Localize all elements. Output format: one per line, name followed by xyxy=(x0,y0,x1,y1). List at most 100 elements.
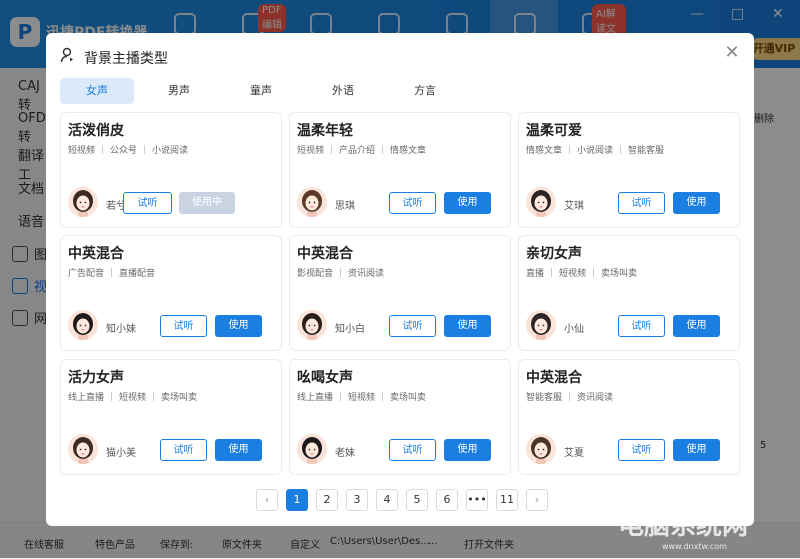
tag-separator xyxy=(102,145,104,154)
listen-button[interactable]: 试听 xyxy=(389,315,436,337)
use-button[interactable]: 使用 xyxy=(444,315,491,337)
voice-card-title: 温柔可爱 xyxy=(526,123,582,139)
voice-tag: 小说阅读 xyxy=(577,146,614,156)
listen-button[interactable]: 试听 xyxy=(618,439,665,461)
tag-separator xyxy=(551,268,553,277)
tag-separator xyxy=(593,268,595,277)
page-button[interactable]: 1 xyxy=(286,489,308,511)
voice-tag: 短视频 xyxy=(68,146,96,156)
voice-card-title: 中英混合 xyxy=(68,246,124,262)
voice-name: 思琪 xyxy=(335,201,355,212)
voice-tag: 影视配音 xyxy=(297,269,334,279)
use-button[interactable]: 使用 xyxy=(215,315,262,337)
listen-button[interactable]: 试听 xyxy=(389,192,436,214)
voice-tag: 情感文章 xyxy=(390,146,427,156)
tab-4[interactable]: 方言 xyxy=(388,78,462,104)
listen-button[interactable]: 试听 xyxy=(389,439,436,461)
tag-separator xyxy=(111,268,113,277)
voice-name: 猫小美 xyxy=(106,448,136,459)
tag-separator xyxy=(382,392,384,401)
tag-separator xyxy=(340,268,342,277)
voice-name: 艾琪 xyxy=(564,201,584,212)
page-button[interactable]: 4 xyxy=(376,489,398,511)
tag-separator xyxy=(569,392,571,401)
avatar xyxy=(297,434,327,464)
tab-2[interactable]: 童声 xyxy=(224,78,298,104)
voice-card: 活泼俏皮 短视频 公众号 小说阅读 若兮 试听 使用中 xyxy=(60,112,282,228)
voice-card-tags: 线上直播 短视频 卖场叫卖 xyxy=(68,390,197,403)
page-button[interactable]: 2 xyxy=(316,489,338,511)
page-button[interactable]: ••• xyxy=(466,489,488,511)
voice-card-title: 亲切女声 xyxy=(526,246,582,262)
voice-card-tags: 线上直播 短视频 卖场叫卖 xyxy=(297,390,426,403)
voice-tag: 产品介绍 xyxy=(339,146,376,156)
tag-separator xyxy=(144,145,146,154)
voice-card-title: 中英混合 xyxy=(526,370,582,386)
page-button[interactable]: 3 xyxy=(346,489,368,511)
voice-tag: 线上直播 xyxy=(68,393,105,403)
voice-card-tags: 短视频 公众号 小说阅读 xyxy=(68,143,188,156)
in-use-button[interactable]: 使用中 xyxy=(179,192,235,214)
voice-card-title: 活力女声 xyxy=(68,370,124,386)
voice-tag: 小说阅读 xyxy=(152,146,189,156)
listen-button[interactable]: 试听 xyxy=(618,192,665,214)
voice-card-tags: 广告配音 直播配音 xyxy=(68,266,155,279)
use-button[interactable]: 使用 xyxy=(444,192,491,214)
voice-anchor-icon xyxy=(60,47,73,63)
voice-card: 温柔可爱 情感文章 小说阅读 智能客服 艾琪 试听 使用 xyxy=(518,112,740,228)
tag-separator xyxy=(340,392,342,401)
voice-card: 温柔年轻短视频 产品介绍 情感文章思琪 试听 使用 xyxy=(289,112,511,228)
voice-tag: 线上直播 xyxy=(297,393,334,403)
voice-tag: 直播 xyxy=(526,269,545,279)
voice-tag: 资讯阅读 xyxy=(577,393,614,403)
avatar xyxy=(68,187,98,217)
avatar xyxy=(297,187,327,217)
voice-card: 中英混合 影视配音 资讯阅读 知小白 试听 使用 xyxy=(289,235,511,351)
tag-separator xyxy=(569,145,571,154)
voice-tag: 广告配音 xyxy=(68,269,105,279)
voice-tag: 卖场叫卖 xyxy=(161,393,198,403)
voice-name: 艾夏 xyxy=(564,448,584,459)
page-button[interactable]: 11 xyxy=(496,489,518,511)
voice-name: 知小妹 xyxy=(106,324,136,335)
voice-card-tags: 直播 短视频 卖场叫卖 xyxy=(526,266,637,279)
next-page-button[interactable]: › xyxy=(526,489,548,511)
voice-card-title: 吆喝女声 xyxy=(297,370,353,386)
voice-tag: 短视频 xyxy=(119,393,147,403)
close-icon[interactable]: ✕ xyxy=(722,43,742,63)
voice-card: 亲切女声 直播 短视频 卖场叫卖 小仙 试听 使用 xyxy=(518,235,740,351)
avatar xyxy=(526,187,556,217)
watermark-url: www.dnxtw.com xyxy=(662,542,727,551)
tab-1[interactable]: 男声 xyxy=(142,78,216,104)
voice-card: 活力女声线上直播 短视频 卖场叫卖猫小美 试听 使用 xyxy=(60,359,282,475)
page-button[interactable]: 5 xyxy=(406,489,428,511)
use-button[interactable]: 使用 xyxy=(215,439,262,461)
avatar xyxy=(68,434,98,464)
voice-name: 小仙 xyxy=(564,324,584,335)
listen-button[interactable]: 试听 xyxy=(160,315,207,337)
voice-tag: 短视频 xyxy=(297,146,325,156)
voice-card-title: 中英混合 xyxy=(297,246,353,262)
voice-card: 中英混合广告配音 直播配音知小妹 试听 使用 xyxy=(60,235,282,351)
tab-3[interactable]: 外语 xyxy=(306,78,380,104)
tag-separator xyxy=(153,392,155,401)
use-button[interactable]: 使用 xyxy=(673,315,720,337)
use-button[interactable]: 使用 xyxy=(673,192,720,214)
voice-tag: 短视频 xyxy=(559,269,587,279)
avatar xyxy=(526,434,556,464)
voice-card: 中英混合智能客服 资讯阅读艾夏 试听 使用 xyxy=(518,359,740,475)
tab-0[interactable]: 女声 xyxy=(60,78,134,104)
voice-card-tags: 智能客服 资讯阅读 xyxy=(526,390,613,403)
voice-tag: 情感文章 xyxy=(526,146,563,156)
use-button[interactable]: 使用 xyxy=(444,439,491,461)
listen-button[interactable]: 试听 xyxy=(123,192,172,214)
voice-card-title: 温柔年轻 xyxy=(297,123,353,139)
avatar xyxy=(68,310,98,340)
use-button[interactable]: 使用 xyxy=(673,439,720,461)
page-button[interactable]: 6 xyxy=(436,489,458,511)
listen-button[interactable]: 试听 xyxy=(160,439,207,461)
tag-separator xyxy=(382,145,384,154)
listen-button[interactable]: 试听 xyxy=(618,315,665,337)
voice-tabs: 女声 男声 童声 外语 方言 xyxy=(60,78,470,104)
prev-page-button[interactable]: ‹ xyxy=(256,489,278,511)
